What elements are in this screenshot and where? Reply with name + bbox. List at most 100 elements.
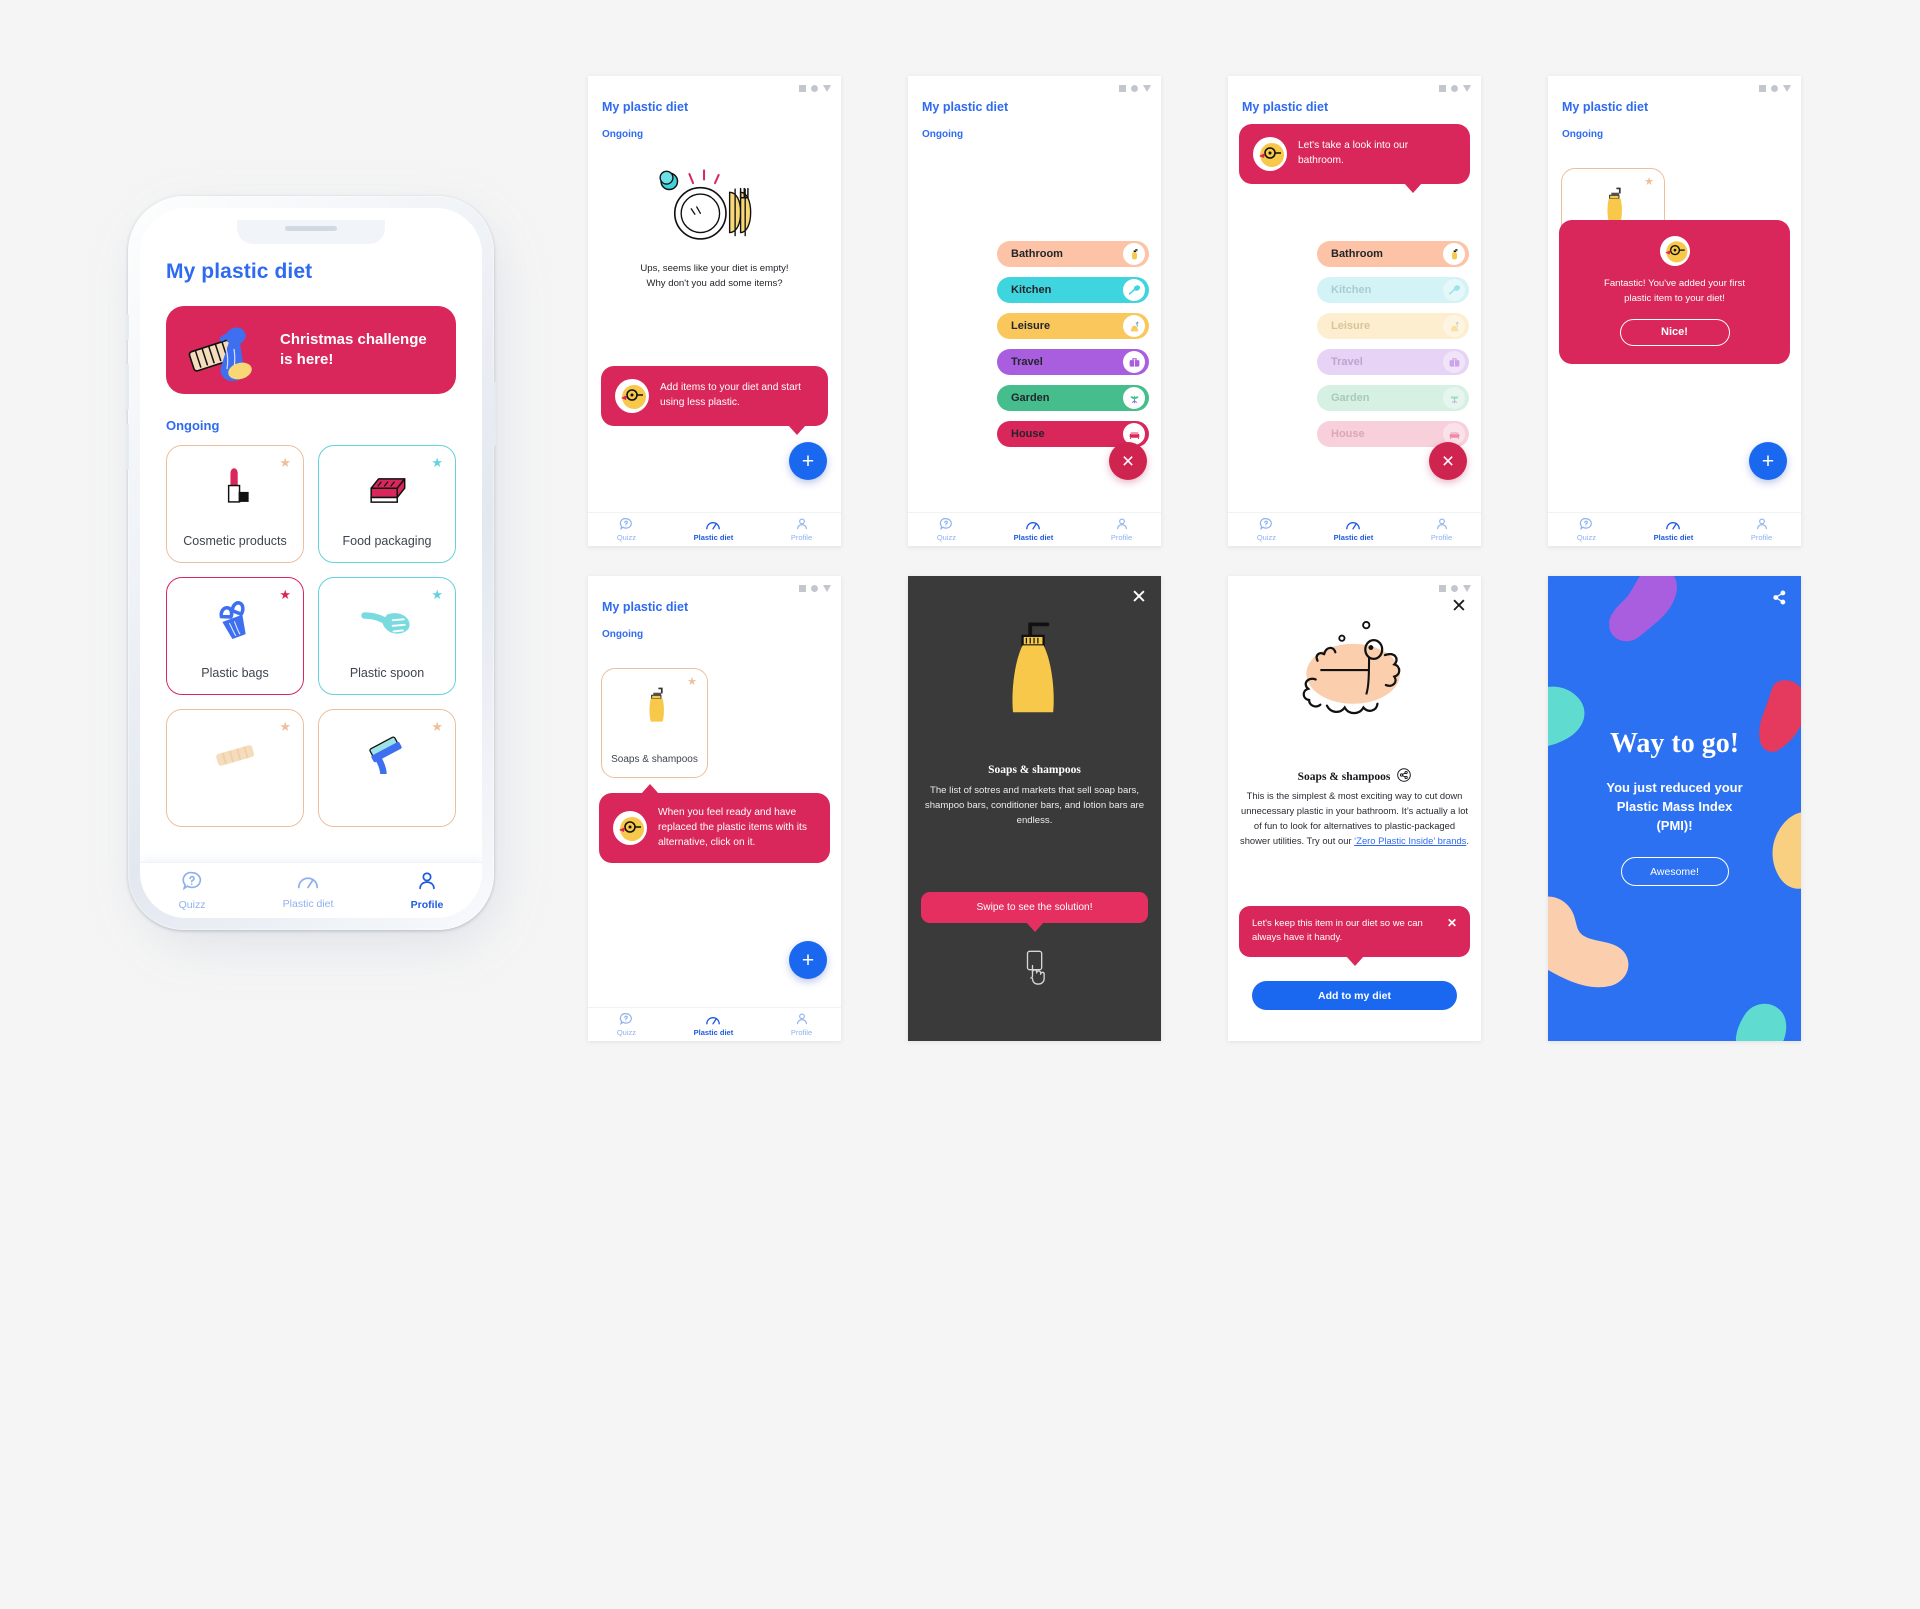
add-item-fab[interactable]: + [789, 941, 827, 979]
tooltip-text: When you feel ready and have replaced th… [658, 807, 807, 848]
stop-icon[interactable] [1759, 85, 1766, 92]
share-icon[interactable] [1771, 589, 1788, 611]
diet-card-soaps-shampoos[interactable]: ★ Soaps & shampoos [601, 668, 708, 778]
nav-item-plastic-diet[interactable]: Plastic diet [694, 1013, 733, 1037]
diet-card-plastic-bags[interactable]: ★ Plastic bags [166, 577, 304, 695]
nav-item-profile[interactable]: Profile [1431, 517, 1452, 542]
phone-screen: My plastic diet Christmas challenge is h… [140, 208, 482, 918]
tooltip-tail [788, 425, 806, 435]
chevron-down-icon[interactable] [1783, 85, 1791, 92]
stop-icon[interactable] [1439, 85, 1446, 92]
category-pill-garden[interactable]: Garden [1317, 385, 1469, 411]
category-pill-garden[interactable]: Garden [997, 385, 1149, 411]
window-controls[interactable] [1119, 85, 1151, 92]
record-icon[interactable] [1131, 85, 1138, 92]
modal-line-2: plastic item to your diet! [1624, 292, 1725, 304]
stop-icon[interactable] [1439, 585, 1446, 592]
window-controls[interactable] [799, 585, 831, 592]
question-bubble-icon [1260, 518, 1273, 531]
nav-label: Quizz [178, 899, 206, 911]
stop-icon[interactable] [1119, 85, 1126, 92]
category-pill-leisure[interactable]: Leisure [1317, 313, 1469, 339]
nav-item-quizz[interactable]: Quizz [178, 870, 206, 911]
record-icon[interactable] [1771, 85, 1778, 92]
category-pill-list: Bathroom Kitchen Leisure Travel Garden H… [1317, 241, 1469, 447]
diet-card-food-packaging[interactable]: ★ Food packaging [318, 445, 456, 563]
nav-item-quizz[interactable]: Quizz [1257, 517, 1276, 542]
item-description: This is the simplest & most exciting way… [1228, 789, 1481, 848]
window-controls[interactable] [799, 85, 831, 92]
nav-label: Quizz [1576, 533, 1596, 542]
category-label: Leisure [1331, 320, 1371, 332]
stop-icon[interactable] [799, 585, 806, 592]
comb-icon [167, 724, 303, 786]
nav-item-profile[interactable]: Profile [1111, 517, 1132, 542]
soap-bottle-icon [908, 608, 1161, 744]
nav-item-plastic-diet[interactable]: Plastic diet [1654, 518, 1693, 542]
diet-card-cosmetic-products[interactable]: ★ Cosmetic products [166, 445, 304, 563]
nav-item-plastic-diet[interactable]: Plastic diet [283, 871, 333, 910]
banner-line-2: is here! [280, 351, 334, 368]
nav-item-quizz[interactable]: Quizz [1577, 517, 1596, 542]
category-pill-kitchen[interactable]: Kitchen [997, 277, 1149, 303]
chevron-down-icon[interactable] [1463, 585, 1471, 592]
record-icon[interactable] [1451, 85, 1458, 92]
nav-item-plastic-diet[interactable]: Plastic diet [1334, 518, 1373, 542]
record-icon[interactable] [811, 85, 818, 92]
chevron-down-icon[interactable] [823, 85, 831, 92]
person-icon [1116, 518, 1127, 530]
swipe-cta-banner[interactable]: Swipe to see the solution! [921, 892, 1148, 932]
window-controls[interactable] [1439, 85, 1471, 92]
category-pill-travel[interactable]: Travel [1317, 349, 1469, 375]
awesome-button[interactable]: Awesome! [1620, 857, 1729, 886]
record-icon[interactable] [811, 585, 818, 592]
close-icon[interactable]: ✕ [1130, 588, 1148, 607]
nice-button[interactable]: Nice! [1619, 318, 1730, 346]
lipstick-icon [167, 460, 303, 522]
cta-tail [1025, 922, 1044, 932]
comb-and-bag-icon [182, 315, 270, 385]
chevron-down-icon[interactable] [1143, 85, 1151, 92]
category-pill-travel[interactable]: Travel [997, 349, 1149, 375]
category-pill-bathroom[interactable]: Bathroom [997, 241, 1149, 267]
category-pill-bathroom[interactable]: Bathroom [1317, 241, 1469, 267]
window-controls[interactable] [1759, 85, 1791, 92]
phone-body: My plastic diet Christmas challenge is h… [126, 196, 496, 930]
nav-item-quizz[interactable]: Quizz [937, 517, 956, 542]
record-icon[interactable] [1451, 585, 1458, 592]
chevron-down-icon[interactable] [1463, 85, 1471, 92]
plus-icon: + [1761, 449, 1775, 473]
nav-label: Profile [1430, 533, 1453, 542]
zero-plastic-inside-link[interactable]: ‘Zero Plastic Inside’ brands [1354, 835, 1466, 846]
close-fab[interactable]: × [1109, 442, 1147, 480]
close-fab[interactable]: × [1429, 442, 1467, 480]
nav-item-profile[interactable]: Profile [791, 517, 812, 542]
share-icon[interactable] [1397, 768, 1412, 785]
christmas-challenge-banner[interactable]: Christmas challenge is here! [166, 306, 456, 394]
diet-card-label: Soaps & shampoos [611, 754, 698, 765]
page-title: My plastic diet [166, 260, 313, 283]
section-heading-ongoing: Ongoing [602, 629, 644, 640]
category-pill-leisure[interactable]: Leisure [997, 313, 1149, 339]
nav-item-profile[interactable]: Profile [791, 1012, 812, 1037]
add-item-fab[interactable]: + [1749, 442, 1787, 480]
add-item-fab[interactable]: + [789, 442, 827, 480]
nav-item-plastic-diet[interactable]: Plastic diet [1014, 518, 1053, 542]
stop-icon[interactable] [799, 85, 806, 92]
food-tray-icon [319, 460, 455, 522]
diet-card-plastic-spoon[interactable]: ★ Plastic spoon [318, 577, 456, 695]
add-to-my-diet-button[interactable]: Add to my diet [1252, 981, 1457, 1010]
category-pill-kitchen[interactable]: Kitchen [1317, 277, 1469, 303]
toast-close-icon[interactable]: ✕ [1447, 917, 1457, 929]
category-pill-list: Bathroom Kitchen Leisure Travel Garden H… [997, 241, 1149, 447]
chevron-down-icon[interactable] [823, 585, 831, 592]
nav-item-quizz[interactable]: Quizz [617, 517, 636, 542]
tooltip-ready: When you feel ready and have replaced th… [599, 784, 830, 864]
nav-item-plastic-diet[interactable]: Plastic diet [694, 518, 733, 542]
nav-item-quizz[interactable]: Quizz [617, 1012, 636, 1037]
diet-card-comb[interactable]: ★ [166, 709, 304, 827]
diet-card-razor[interactable]: ★ [318, 709, 456, 827]
window-controls[interactable] [1439, 585, 1471, 592]
nav-item-profile[interactable]: Profile [1751, 517, 1772, 542]
nav-item-profile[interactable]: Profile [411, 870, 443, 911]
